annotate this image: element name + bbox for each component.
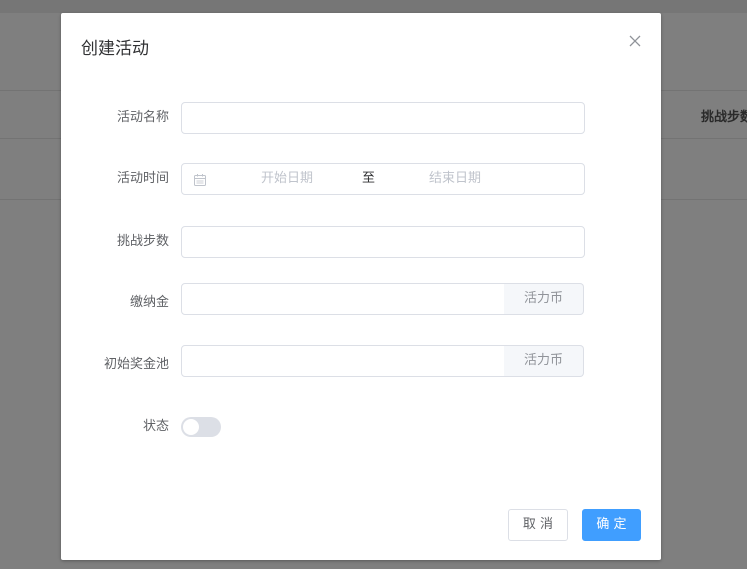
steps-label: 挑战步数 [116,234,169,249]
calendar-icon [193,172,207,186]
time-label: 活动时间 [116,171,169,186]
close-icon[interactable] [627,33,643,49]
fee-input-group: 活力币 [181,283,585,315]
name-input-wrapper [181,102,585,134]
fee-input[interactable] [182,284,504,314]
date-separator: 至 [362,171,376,186]
form-row-fee: 缴纳金 活力币 [61,283,661,315]
name-label: 活动名称 [116,110,169,125]
create-activity-dialog: 创建活动 活动名称 活动时间 开始日期 至 结束日期 挑战步数 缴纳金 活力币 … [61,13,661,560]
form-row-pool: 初始奖金池 活力币 [61,345,661,377]
status-label: 状态 [142,419,169,434]
date-range-picker[interactable]: 开始日期 至 结束日期 [181,163,585,195]
steps-input-wrapper [181,226,585,258]
start-date-input[interactable]: 开始日期 [227,164,347,194]
pool-input-wrapper [181,345,505,377]
fee-label: 缴纳金 [129,295,169,310]
form-row-steps: 挑战步数 [61,226,661,258]
form-row-name: 活动名称 [61,102,661,134]
dialog-title: 创建活动 [81,39,149,59]
activity-name-input[interactable] [182,103,584,133]
pool-unit: 活力币 [504,345,584,377]
fee-unit: 活力币 [504,283,584,315]
status-switch[interactable] [181,417,221,437]
confirm-button[interactable]: 确 定 [582,509,641,541]
pool-input-group: 活力币 [181,345,585,377]
prize-pool-input[interactable] [182,346,504,376]
pool-label: 初始奖金池 [103,357,169,372]
switch-knob [183,419,199,435]
cancel-button[interactable]: 取 消 [508,509,568,541]
form-row-status: 状态 [61,411,661,443]
challenge-steps-input[interactable] [182,227,584,257]
end-date-input[interactable]: 结束日期 [395,164,515,194]
fee-input-wrapper [181,283,505,315]
form-row-time: 活动时间 开始日期 至 结束日期 [61,163,661,195]
